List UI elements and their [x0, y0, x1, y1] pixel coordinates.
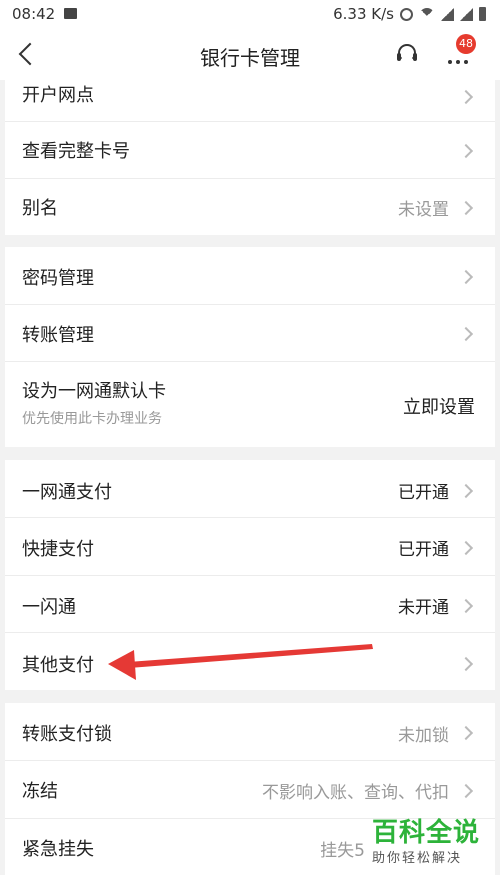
- watermark: 百科全说 助你轻松解决: [372, 812, 492, 866]
- watermark-title: 百科全说: [372, 818, 481, 848]
- watermark-subtitle: 助你轻松解决: [372, 851, 463, 866]
- annotation-arrow: [108, 644, 373, 680]
